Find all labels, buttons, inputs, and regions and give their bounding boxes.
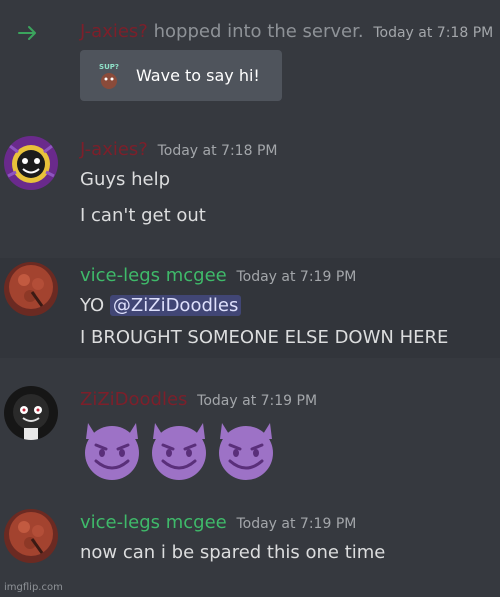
message-vicelegs-1: vice-legs mcgee Today at 7:19 PM YO @ZiZ…: [0, 258, 500, 358]
message-header: J-axies? Today at 7:18 PM: [80, 138, 277, 163]
smiling-imp-icon[interactable]: [78, 415, 146, 483]
username[interactable]: vice-legs mcgee: [80, 512, 227, 533]
message-header: vice-legs mcgee Today at 7:19 PM: [80, 511, 356, 536]
join-line: J-axies? hopped into the server. Today a…: [80, 20, 493, 45]
username[interactable]: J-axies?: [80, 139, 148, 160]
user-mention[interactable]: @ZiZiDoodles: [109, 295, 242, 316]
avatar-vicelegs[interactable]: [4, 509, 58, 563]
sticker-text: SUP?: [99, 63, 119, 71]
message-jaxies: J-axies? Today at 7:18 PM Guys help I ca…: [0, 128, 500, 238]
join-message: J-axies? hopped into the server. Today a…: [0, 10, 500, 106]
wave-button[interactable]: SUP? Wave to say hi!: [80, 50, 282, 101]
text-prefix: YO: [80, 295, 110, 316]
smiling-imp-icon[interactable]: [145, 415, 213, 483]
username[interactable]: vice-legs mcgee: [80, 265, 227, 286]
message-vicelegs-2: vice-legs mcgee Today at 7:19 PM now can…: [0, 505, 500, 580]
join-username[interactable]: J-axies?: [80, 21, 148, 42]
avatar-jaxies[interactable]: [4, 136, 58, 190]
timestamp: Today at 7:18 PM: [157, 143, 278, 159]
timestamp: Today at 7:19 PM: [197, 393, 318, 409]
wave-sticker-icon: SUP?: [99, 63, 119, 89]
zizidoodles-avatar-icon: [4, 386, 58, 440]
message-text: I BROUGHT SOMEONE ELSE DOWN HERE: [80, 327, 449, 348]
wave-label: Wave to say hi!: [136, 66, 260, 85]
message-text: Guys help: [80, 169, 171, 190]
smiling-imp-icon[interactable]: [212, 415, 280, 483]
timestamp: Today at 7:19 PM: [236, 269, 357, 285]
message-header: vice-legs mcgee Today at 7:19 PM: [80, 264, 356, 289]
message-text: now can i be spared this one time: [80, 542, 386, 563]
message-header: ZiZiDoodles Today at 7:19 PM: [80, 388, 317, 413]
avatar-vicelegs[interactable]: [4, 262, 58, 316]
vicelegs-avatar-icon: [4, 509, 58, 563]
vicelegs-avatar-icon: [4, 262, 58, 316]
timestamp: Today at 7:19 PM: [236, 516, 357, 532]
jaxies-avatar-icon: [4, 136, 58, 190]
message-text: YO @ZiZiDoodles: [80, 294, 242, 318]
join-text: hopped into the server.: [153, 21, 364, 42]
emoji-row: [78, 415, 279, 483]
join-arrow-icon: [18, 26, 36, 40]
username[interactable]: ZiZiDoodles: [80, 389, 187, 410]
join-timestamp: Today at 7:18 PM: [373, 25, 494, 41]
message-text: I can't get out: [80, 205, 206, 226]
avatar-zizidoodles[interactable]: [4, 386, 58, 440]
watermark: imgflip.com: [4, 582, 63, 593]
